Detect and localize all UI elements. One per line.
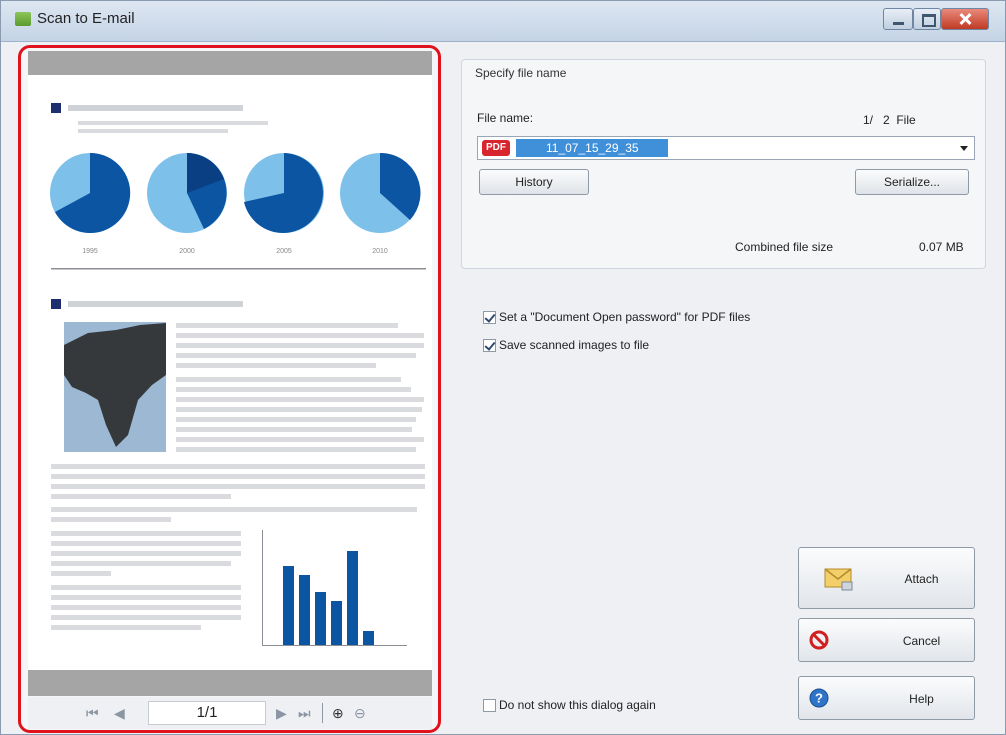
page-counter[interactable]: 1/1 bbox=[148, 701, 266, 725]
text-line bbox=[78, 129, 228, 133]
cancel-button[interactable]: Cancel bbox=[798, 618, 975, 662]
app-icon bbox=[15, 12, 31, 26]
minimize-button[interactable] bbox=[883, 8, 913, 30]
file-counter: 1/ 2 File bbox=[863, 113, 916, 127]
pie-year-2005: 2005 bbox=[276, 248, 292, 255]
attach-label: Attach bbox=[904, 572, 939, 586]
zoom-out-icon[interactable]: ⊖ bbox=[354, 705, 366, 722]
history-button[interactable]: History bbox=[479, 169, 589, 195]
maximize-button[interactable] bbox=[913, 8, 941, 30]
preview-panel: 1995 2000 2005 2010 ⏮ ◀ 1/1 ▶ ⏭ ⊕ ⊖ bbox=[18, 45, 441, 733]
prev-page-icon[interactable]: ◀ bbox=[114, 705, 125, 722]
bar-5 bbox=[347, 551, 358, 645]
file-name-value[interactable]: 11_07_15_29_35 bbox=[516, 139, 668, 157]
first-page-icon[interactable]: ⏮ bbox=[86, 705, 99, 722]
zoom-in-icon[interactable]: ⊕ bbox=[332, 705, 344, 722]
help-button[interactable]: ? Help bbox=[798, 676, 975, 720]
title-bar[interactable]: Scan to E-mail bbox=[1, 1, 1005, 42]
save-scanned-checkbox[interactable] bbox=[483, 339, 496, 352]
pie-year-2000: 2000 bbox=[179, 248, 195, 255]
preview-bottom-bar bbox=[28, 670, 432, 696]
combined-size-value: 0.07 MB bbox=[919, 240, 964, 254]
file-name-label: File name: bbox=[477, 111, 534, 125]
page-navigation: ⏮ ◀ 1/1 ▶ ⏭ ⊕ ⊖ bbox=[28, 697, 432, 729]
pie-year-1995: 1995 bbox=[82, 248, 98, 255]
text-block-left bbox=[51, 531, 241, 630]
doc-open-password-label[interactable]: Set a "Document Open password" for PDF f… bbox=[499, 310, 750, 324]
save-scanned-label[interactable]: Save scanned images to file bbox=[499, 338, 649, 352]
scan-to-email-dialog: Scan to E-mail 1995 2000 2005 2010 ⏮ ◀ 1… bbox=[0, 0, 1006, 735]
pie-chart-2010 bbox=[340, 152, 421, 233]
dropdown-arrow-icon[interactable] bbox=[960, 146, 968, 151]
serialize-button[interactable]: Serialize... bbox=[855, 169, 969, 195]
heading-line bbox=[68, 301, 243, 307]
svg-text:?: ? bbox=[815, 691, 823, 706]
window-title: Scan to E-mail bbox=[37, 10, 135, 27]
pdf-icon: PDF bbox=[482, 140, 510, 156]
help-icon: ? bbox=[809, 688, 829, 708]
preview-page: 1995 2000 2005 2010 bbox=[28, 75, 432, 673]
do-not-show-checkbox[interactable] bbox=[483, 699, 496, 712]
doc-open-password-checkbox[interactable] bbox=[483, 311, 496, 324]
text-block-right bbox=[176, 323, 424, 452]
pie-year-2010: 2010 bbox=[372, 248, 388, 255]
bar-3 bbox=[315, 592, 326, 645]
envelope-icon bbox=[824, 568, 853, 591]
bar-2 bbox=[299, 575, 310, 645]
close-button[interactable] bbox=[941, 8, 989, 30]
section-bullet bbox=[51, 103, 61, 113]
pie-chart-2005 bbox=[244, 153, 324, 233]
toolbar-separator bbox=[322, 703, 323, 723]
group-legend: Specify file name bbox=[472, 66, 570, 80]
divider bbox=[51, 268, 426, 270]
document-thumbnail: 1995 2000 2005 2010 bbox=[50, 103, 426, 646]
bar-4 bbox=[331, 601, 342, 645]
cancel-label: Cancel bbox=[902, 634, 941, 648]
file-name-combobox[interactable]: PDF 11_07_15_29_35 bbox=[477, 136, 975, 160]
file-name-group bbox=[461, 59, 986, 269]
next-page-icon[interactable]: ▶ bbox=[276, 705, 287, 722]
help-label: Help bbox=[909, 692, 934, 706]
last-page-icon[interactable]: ⏭ bbox=[298, 705, 311, 722]
preview-top-bar bbox=[28, 51, 432, 75]
bar-1 bbox=[283, 566, 294, 645]
pie-chart-2000 bbox=[147, 153, 227, 233]
attach-button[interactable]: Attach bbox=[798, 547, 975, 609]
no-entry-icon bbox=[809, 630, 829, 650]
heading-line bbox=[68, 105, 243, 111]
text-line bbox=[78, 121, 268, 125]
bar-6 bbox=[363, 631, 374, 645]
pie-chart-1995 bbox=[50, 152, 131, 233]
bar-chart bbox=[262, 530, 407, 646]
text-block-full bbox=[51, 464, 425, 522]
section-bullet bbox=[51, 299, 61, 309]
combined-size-label: Combined file size bbox=[735, 240, 834, 254]
do-not-show-label[interactable]: Do not show this dialog again bbox=[499, 698, 656, 712]
